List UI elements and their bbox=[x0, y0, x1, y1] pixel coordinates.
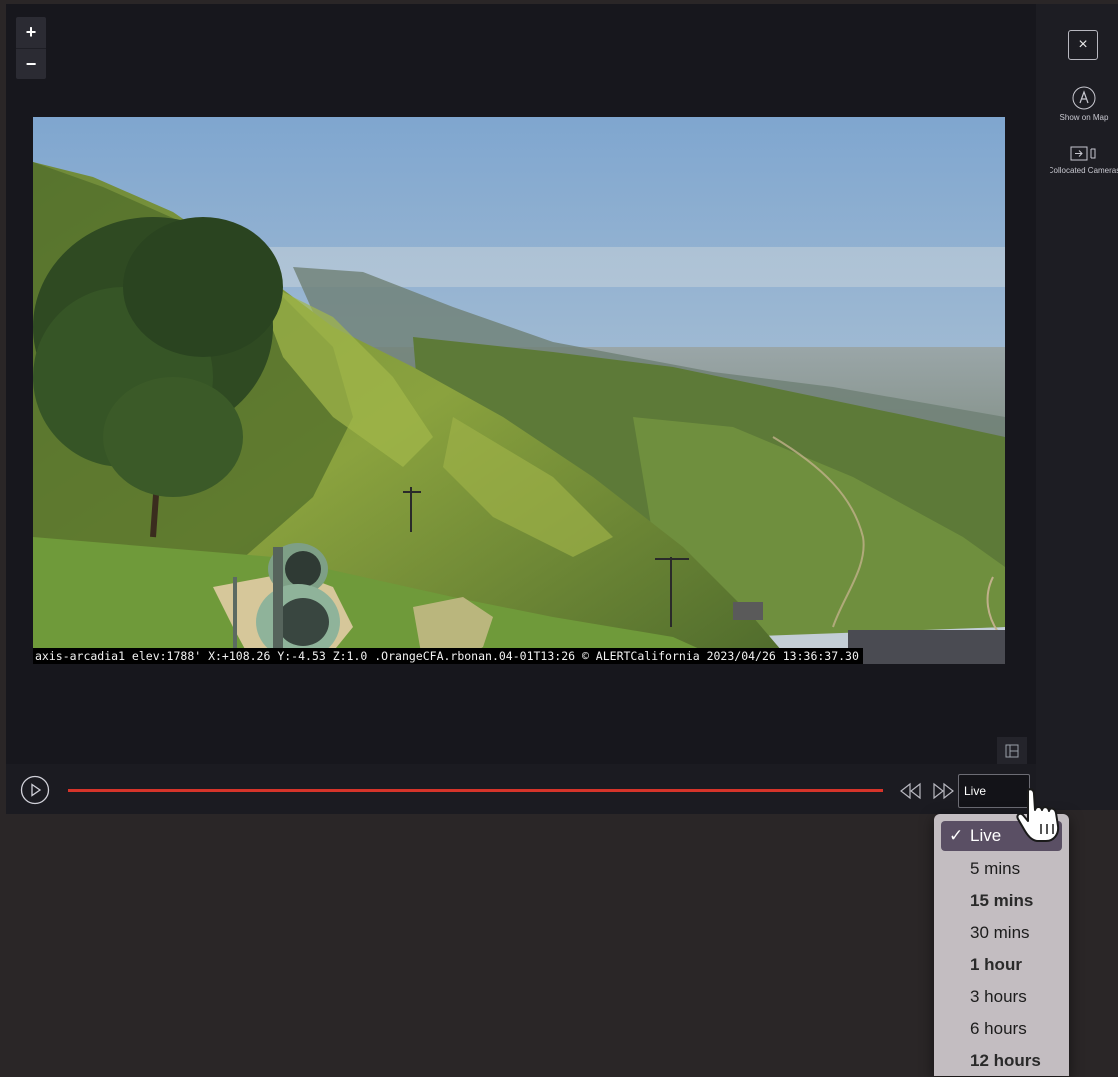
camera-image[interactable] bbox=[33, 117, 1005, 664]
option-label: 5 mins bbox=[970, 859, 1021, 878]
rewind-button[interactable] bbox=[899, 781, 923, 801]
side-panel: × Show on Map Collocated Cameras bbox=[1036, 4, 1118, 810]
option-label: 30 mins bbox=[970, 923, 1030, 942]
play-button[interactable] bbox=[20, 775, 50, 805]
close-button[interactable]: × bbox=[1068, 30, 1098, 60]
time-range-select[interactable]: Live bbox=[958, 774, 1030, 808]
dropdown-option-12-hours[interactable]: 12 hours bbox=[941, 1045, 1062, 1077]
landscape-image bbox=[33, 117, 1005, 664]
fast-forward-button[interactable] bbox=[931, 781, 955, 801]
dropdown-option-6-hours[interactable]: 6 hours bbox=[941, 1013, 1062, 1045]
collocated-cameras-label: Collocated Cameras bbox=[1050, 166, 1118, 175]
map-pin-icon bbox=[1072, 86, 1096, 110]
option-label: 3 hours bbox=[970, 987, 1027, 1006]
dropdown-option-live[interactable]: ✓ Live bbox=[941, 821, 1062, 851]
camera-caption: axis-arcadia1 elev:1788' X:+108.26 Y:-4.… bbox=[33, 648, 863, 664]
rewind-icon bbox=[900, 782, 921, 800]
zoom-controls: + − bbox=[16, 17, 46, 79]
dropdown-option-5-mins[interactable]: 5 mins bbox=[941, 853, 1062, 885]
option-label: 15 mins bbox=[970, 891, 1034, 910]
time-range-dropdown: ✓ Live 5 mins 15 mins 30 mins 1 hour 3 h… bbox=[934, 814, 1069, 1076]
close-icon: × bbox=[1078, 36, 1088, 53]
dropdown-option-3-hours[interactable]: 3 hours bbox=[941, 981, 1062, 1013]
camera-switch-icon bbox=[1070, 146, 1096, 161]
collocated-cameras-button[interactable]: Collocated Cameras bbox=[1050, 145, 1118, 175]
zoom-out-button[interactable]: − bbox=[16, 48, 46, 80]
show-on-map-label: Show on Map bbox=[1059, 113, 1109, 122]
play-icon bbox=[20, 775, 50, 805]
zoom-in-button[interactable]: + bbox=[16, 17, 46, 48]
option-label: Live bbox=[970, 826, 1002, 845]
playback-controls: Live bbox=[6, 764, 1036, 814]
fullscreen-button[interactable] bbox=[997, 737, 1027, 764]
timeline-scrubber[interactable] bbox=[68, 789, 883, 792]
show-on-map-button[interactable]: Show on Map bbox=[1050, 86, 1118, 122]
dropdown-option-30-mins[interactable]: 30 mins bbox=[941, 917, 1062, 949]
dropdown-option-1-hour[interactable]: 1 hour bbox=[941, 949, 1062, 981]
option-label: 1 hour bbox=[970, 955, 1022, 974]
fullscreen-icon bbox=[1005, 744, 1019, 757]
image-overlay-block bbox=[848, 630, 1005, 664]
checkmark-icon: ✓ bbox=[949, 826, 964, 845]
option-label: 12 hours bbox=[970, 1051, 1041, 1070]
dropdown-option-15-mins[interactable]: 15 mins bbox=[941, 885, 1062, 917]
fast-forward-icon bbox=[933, 782, 954, 800]
option-label: 6 hours bbox=[970, 1019, 1027, 1038]
